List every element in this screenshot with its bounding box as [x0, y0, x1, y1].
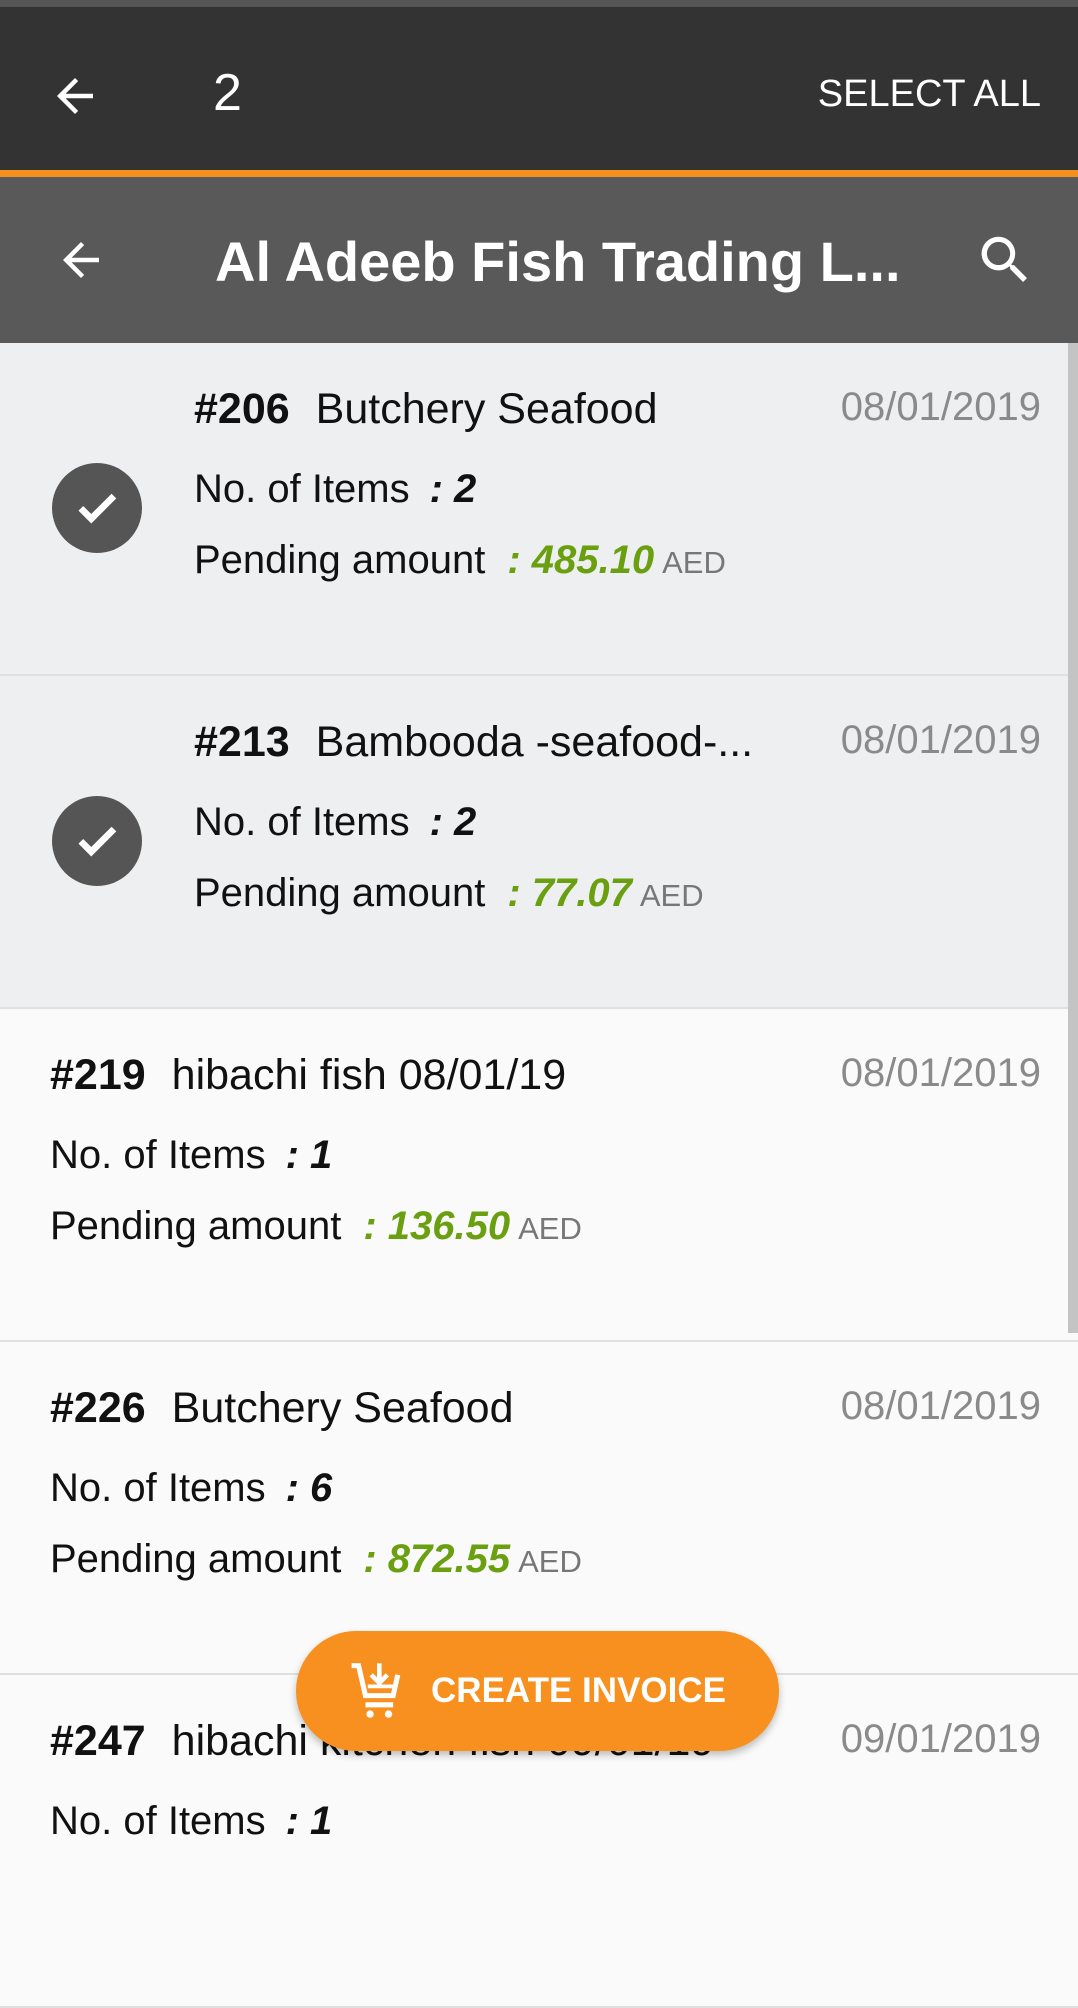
items-count: : 2 [429, 800, 477, 844]
items-label: No. of Items [50, 1133, 266, 1177]
items-label: No. of Items [194, 800, 410, 844]
items-count: : 1 [285, 1133, 333, 1177]
create-invoice-button[interactable]: CREATE INVOICE [296, 1631, 779, 1751]
order-info: #213 Bambooda -seafood-... No. of Items : 2… [194, 718, 753, 916]
order-row[interactable]: #213 Bambooda -seafood-... No. of Items : 2… [0, 676, 1078, 1009]
create-invoice-label: CREATE INVOICE [431, 1671, 726, 1710]
back-arrow-icon[interactable] [48, 69, 102, 123]
pending-label: Pending amount [194, 871, 486, 915]
order-id: #206 [194, 385, 290, 433]
customer-name: Butchery Seafood [315, 385, 658, 433]
order-id: #226 [50, 1384, 146, 1432]
items-label: No. of Items [194, 467, 410, 511]
scrollbar[interactable] [1068, 343, 1078, 1333]
currency: AED [639, 878, 704, 913]
currency: AED [518, 1544, 582, 1579]
items-count: : 2 [429, 467, 477, 511]
page-title: Al Adeeb Fish Trading L... [215, 230, 901, 293]
order-info: #206 Butchery Seafood No. of Items : 2 Pendi… [194, 385, 726, 583]
currency: AED [518, 1211, 582, 1246]
pending-label: Pending amount [50, 1204, 342, 1248]
order-id: #213 [194, 718, 290, 766]
currency: AED [662, 545, 726, 580]
pending-amount: : 77.07 [507, 871, 632, 915]
pending-amount: : 872.55 [363, 1537, 511, 1581]
search-icon[interactable] [974, 229, 1036, 291]
status-strip [0, 0, 1078, 7]
order-row[interactable]: #219 hibachi fish 08/01/19 No. of Items : 1… [0, 1009, 1078, 1342]
back-arrow-icon[interactable] [54, 233, 108, 287]
order-row[interactable]: #226 Butchery Seafood No. of Items : 6 Pendi… [0, 1342, 1078, 1675]
pending-amount: : 136.50 [363, 1204, 511, 1248]
selected-check-icon[interactable] [52, 796, 142, 886]
order-date: 09/01/2019 [840, 1717, 1041, 1761]
select-all-button[interactable]: SELECT ALL [818, 73, 1041, 116]
pending-label: Pending amount [50, 1537, 342, 1581]
items-label: No. of Items [50, 1466, 266, 1510]
order-date: 08/01/2019 [840, 1051, 1041, 1095]
order-info: #226 Butchery Seafood No. of Items : 6 Pendi… [50, 1384, 582, 1582]
cart-download-icon [351, 1663, 401, 1718]
order-date: 08/01/2019 [840, 718, 1041, 762]
items-label: No. of Items [50, 1799, 266, 1843]
order-date: 08/01/2019 [840, 385, 1041, 429]
order-id: #247 [50, 1717, 146, 1765]
selected-check-icon[interactable] [52, 463, 142, 553]
items-count: : 1 [285, 1799, 333, 1843]
selected-count: 2 [213, 64, 242, 122]
toolbar: Al Adeeb Fish Trading L... [0, 177, 1078, 343]
order-info: #219 hibachi fish 08/01/19 No. of Items : 1… [50, 1051, 582, 1249]
items-count: : 6 [285, 1466, 333, 1510]
order-list: #206 Butchery Seafood No. of Items : 2 Pendi… [0, 343, 1078, 2008]
pending-amount: : 485.10 [507, 538, 655, 582]
order-date: 08/01/2019 [840, 1384, 1041, 1428]
pending-label: Pending amount [194, 538, 486, 582]
customer-name: Bambooda -seafood-... [315, 718, 754, 766]
customer-name: Butchery Seafood [171, 1384, 514, 1432]
customer-name: hibachi fish 08/01/19 [171, 1051, 567, 1099]
order-id: #219 [50, 1051, 146, 1099]
selection-action-bar: 2 SELECT ALL [0, 7, 1078, 170]
accent-divider [0, 170, 1078, 177]
order-row[interactable]: #206 Butchery Seafood No. of Items : 2 Pendi… [0, 343, 1078, 676]
